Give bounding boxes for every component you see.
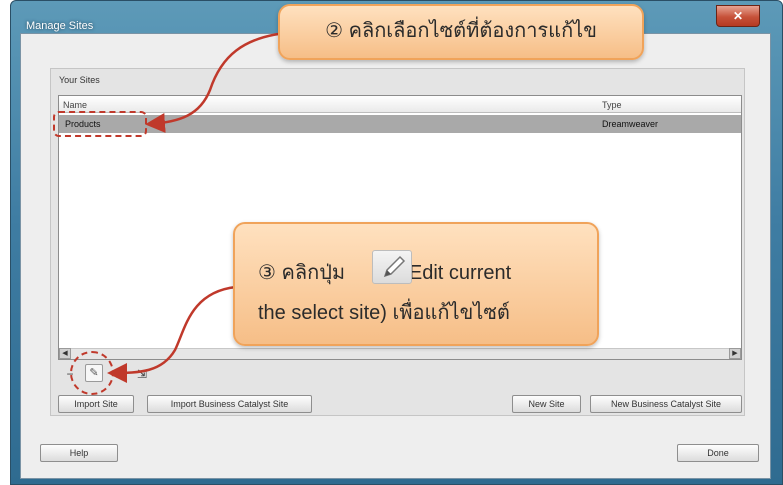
callout-step-3-prefix: ③ คลิกปุ่ม <box>258 262 346 284</box>
callout-step-3-suffix: (Edit current <box>402 262 512 284</box>
callout-step-3-line2: the select site) เพื่อแก้ไขไซต์ <box>258 302 510 324</box>
arrow-to-edit-button <box>107 285 237 383</box>
callout-step-2: ② คลิกเลือกไซต์ที่ต้องการแก้ไข <box>278 4 644 60</box>
pencil-icon <box>372 250 412 284</box>
